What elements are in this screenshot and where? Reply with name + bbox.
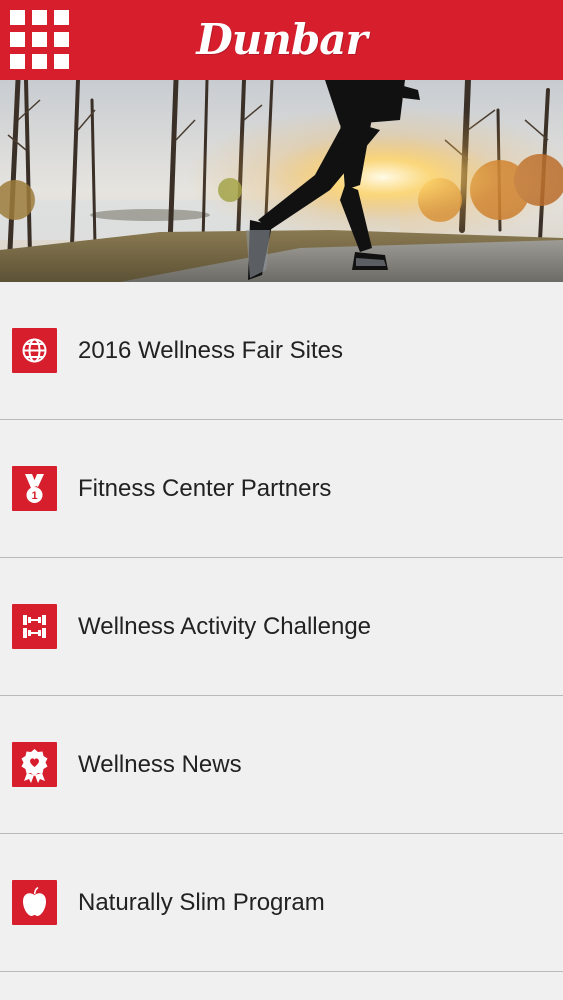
- menu-item-label: Naturally Slim Program: [78, 889, 325, 916]
- dumbbell-icon: [12, 604, 57, 649]
- apple-icon: [12, 880, 57, 925]
- app-header: Dunbar: [0, 0, 563, 80]
- hero-image: [0, 80, 563, 282]
- menu-item-label: Fitness Center Partners: [78, 475, 332, 502]
- menu-item-naturally-slim-program[interactable]: Naturally Slim Program: [0, 834, 563, 972]
- award-ribbon-icon: [12, 742, 57, 787]
- menu-item-wellness-activity-challenge[interactable]: Wellness Activity Challenge: [0, 558, 563, 696]
- menu-item-wellness-news[interactable]: Wellness News: [0, 696, 563, 834]
- menu-item-label: 2016 Wellness Fair Sites: [78, 337, 344, 364]
- globe-icon: [12, 328, 57, 373]
- menu-item-wellness-fair-sites[interactable]: 2016 Wellness Fair Sites: [0, 282, 563, 420]
- menu-item-label: Wellness Activity Challenge: [78, 613, 372, 640]
- medal-icon: 1: [12, 466, 57, 511]
- menu-item-label: Wellness News: [78, 751, 242, 778]
- brand-logo: Dunbar: [196, 15, 367, 64]
- menu-item-fitness-center-partners[interactable]: 1 Fitness Center Partners: [0, 420, 563, 558]
- svg-text:1: 1: [31, 490, 37, 502]
- main-menu: 2016 Wellness Fair Sites 1 Fitness Cente…: [0, 282, 563, 972]
